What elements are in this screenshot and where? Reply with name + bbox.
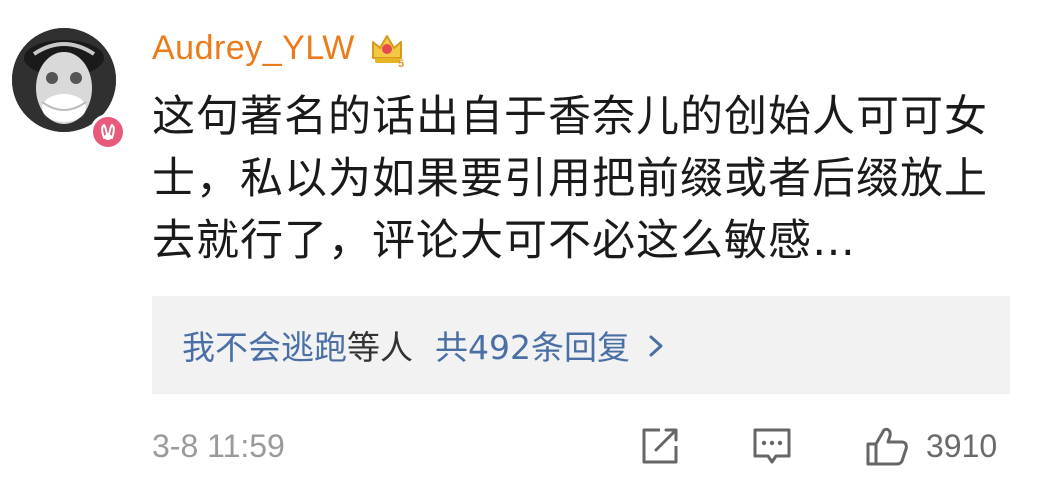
username-link[interactable]: Audrey_YLW xyxy=(152,26,355,70)
forward-icon xyxy=(642,428,678,464)
thumbs-up-icon xyxy=(866,427,908,466)
reply-user-link[interactable]: 我不会逃跑 xyxy=(182,321,347,369)
reply-preview-panel[interactable]: 我不会逃跑 等人 共492条回复 xyxy=(152,296,1010,394)
member-badge xyxy=(90,114,126,150)
comment-button[interactable] xyxy=(750,424,798,468)
like-count: 3910 xyxy=(926,427,998,464)
svg-text:5: 5 xyxy=(398,58,404,68)
comment-icon xyxy=(753,428,791,464)
reply-count-link[interactable]: 共492条回复 xyxy=(435,321,630,369)
comment-timestamp: 3-8 11:59 xyxy=(152,428,285,464)
like-button[interactable]: 3910 xyxy=(864,424,997,468)
avatar-container[interactable] xyxy=(12,28,126,150)
forward-button[interactable] xyxy=(638,424,686,468)
rabbit-badge-icon xyxy=(93,117,123,147)
vip-crown-icon[interactable]: 5 xyxy=(367,28,407,70)
comment-card: Audrey_YLW 5 这句著名的话出自于香奈儿的创始人可可女士，私以为如果要… xyxy=(0,0,1044,480)
reply-others-label: 等人 xyxy=(347,328,413,367)
username-row: Audrey_YLW 5 xyxy=(152,26,407,70)
comment-text: 这句著名的话出自于香奈儿的创始人可可女士，私以为如果要引用把前缀或者后缀放上去就… xyxy=(152,92,988,266)
chevron-right-icon xyxy=(646,330,666,360)
